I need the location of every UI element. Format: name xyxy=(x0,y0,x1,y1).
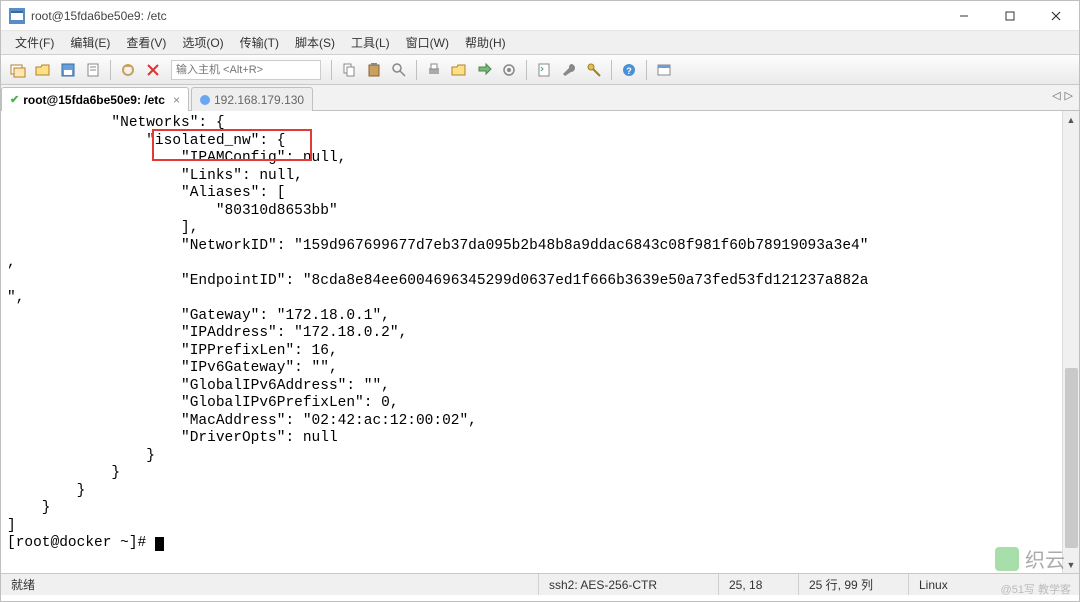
key-icon[interactable] xyxy=(583,59,605,81)
menu-options[interactable]: 选项(O) xyxy=(174,34,231,51)
toolbar-separator xyxy=(110,60,111,80)
folder-icon[interactable] xyxy=(448,59,470,81)
vertical-scrollbar[interactable]: ▲ ▼ xyxy=(1062,111,1079,573)
transfer-icon[interactable] xyxy=(473,59,495,81)
menu-window[interactable]: 窗口(W) xyxy=(398,34,457,51)
statusbar: 就绪 ssh2: AES-256-CTR 25, 18 25 行, 99 列 L… xyxy=(1,573,1079,595)
toolbar-separator xyxy=(416,60,417,80)
status-ready: 就绪 xyxy=(1,574,539,595)
menubar: 文件(F) 编辑(E) 查看(V) 选项(O) 传输(T) 脚本(S) 工具(L… xyxy=(1,31,1079,55)
help-icon[interactable]: ? xyxy=(618,59,640,81)
menu-edit[interactable]: 编辑(E) xyxy=(62,34,118,51)
menu-script[interactable]: 脚本(S) xyxy=(287,34,343,51)
tabbar: ✔ root@15fda6be50e9: /etc × 192.168.179.… xyxy=(1,85,1079,111)
new-session-icon[interactable] xyxy=(7,59,29,81)
app-icon xyxy=(9,8,25,24)
open-session-icon[interactable] xyxy=(32,59,54,81)
svg-text:?: ? xyxy=(626,66,632,76)
minimize-button[interactable] xyxy=(941,1,987,31)
status-os: Linux xyxy=(909,574,1079,595)
window-title: root@15fda6be50e9: /etc xyxy=(31,9,167,23)
scroll-up-icon[interactable]: ▲ xyxy=(1063,111,1080,128)
reconnect-icon[interactable] xyxy=(117,59,139,81)
menu-help[interactable]: 帮助(H) xyxy=(457,34,514,51)
properties-icon[interactable] xyxy=(82,59,104,81)
options-icon[interactable] xyxy=(498,59,520,81)
connected-check-icon: ✔ xyxy=(10,93,19,106)
menu-tools[interactable]: 工具(L) xyxy=(343,34,398,51)
copy-icon[interactable] xyxy=(338,59,360,81)
scroll-down-icon[interactable]: ▼ xyxy=(1063,556,1080,573)
maximize-button[interactable] xyxy=(987,1,1033,31)
window-titlebar: root@15fda6be50e9: /etc xyxy=(1,1,1079,31)
status-size: 25 行, 99 列 xyxy=(799,574,909,595)
tab-active-label: root@15fda6be50e9: /etc xyxy=(23,93,165,107)
paste-icon[interactable] xyxy=(363,59,385,81)
script-icon[interactable] xyxy=(533,59,555,81)
menu-view[interactable]: 查看(V) xyxy=(118,34,174,51)
menu-transfer[interactable]: 传输(T) xyxy=(232,34,287,51)
print-icon[interactable] xyxy=(423,59,445,81)
tools-icon[interactable] xyxy=(558,59,580,81)
menu-file[interactable]: 文件(F) xyxy=(7,34,62,51)
tab-active-session[interactable]: ✔ root@15fda6be50e9: /etc × xyxy=(1,87,189,111)
tab-next-icon[interactable]: ▷ xyxy=(1065,89,1073,102)
save-icon[interactable] xyxy=(57,59,79,81)
status-cursor: 25, 18 xyxy=(719,574,799,595)
terminal-pane[interactable]: "Networks": { "isolated_nw": { "IPAMConf… xyxy=(1,111,1079,573)
toolbar-separator xyxy=(331,60,332,80)
disconnect-icon[interactable] xyxy=(142,59,164,81)
scroll-thumb[interactable] xyxy=(1065,368,1078,548)
tab-prev-icon[interactable]: ◁ xyxy=(1052,89,1060,102)
toolbar-separator xyxy=(646,60,647,80)
terminal-output: "Networks": { "isolated_nw": { "IPAMConf… xyxy=(1,111,1079,557)
toolbar-separator xyxy=(526,60,527,80)
tab-inactive-label: 192.168.179.130 xyxy=(214,93,304,107)
tab-inactive-session[interactable]: 192.168.179.130 xyxy=(191,87,313,111)
find-icon[interactable] xyxy=(388,59,410,81)
scroll-track[interactable] xyxy=(1063,128,1080,556)
tab-close-icon[interactable]: × xyxy=(173,93,180,107)
window-icon[interactable] xyxy=(653,59,675,81)
close-button[interactable] xyxy=(1033,1,1079,31)
toolbar-separator xyxy=(611,60,612,80)
toolbar: ? xyxy=(1,55,1079,85)
host-input[interactable] xyxy=(171,60,321,80)
status-cipher: ssh2: AES-256-CTR xyxy=(539,574,719,595)
session-dot-icon xyxy=(200,95,210,105)
